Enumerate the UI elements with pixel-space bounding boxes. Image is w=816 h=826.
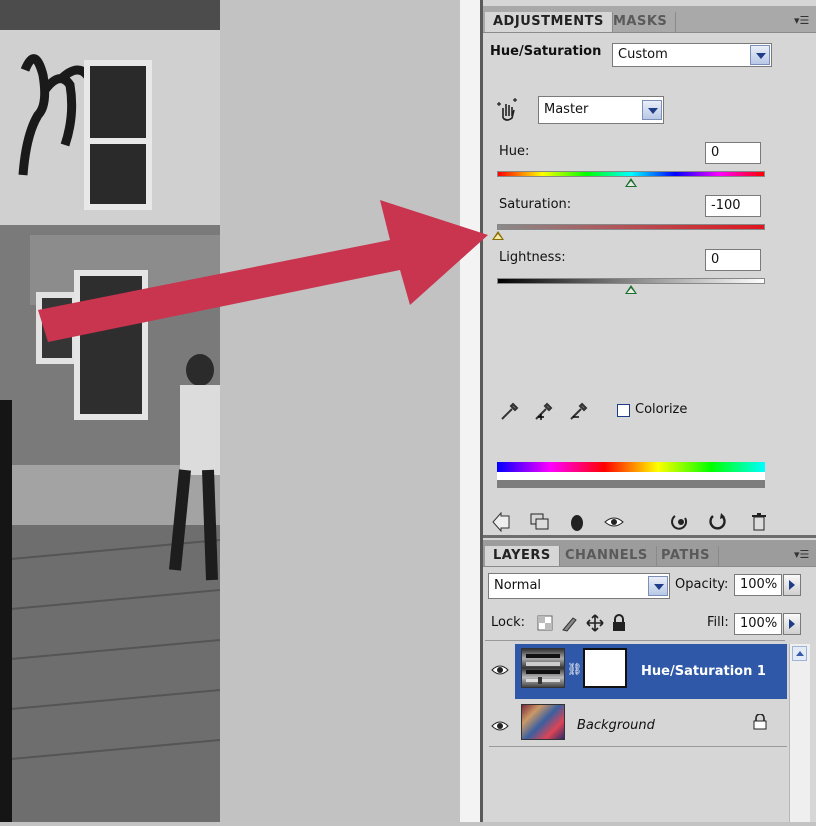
- lightness-input[interactable]: 0: [705, 249, 761, 271]
- tab-layers[interactable]: LAYERS: [485, 546, 560, 566]
- link-chain-icon[interactable]: ⛓: [567, 660, 582, 676]
- panels-dock: ADJUSTMENTS MASKS ▾☰ Hue/Saturation Cust…: [483, 0, 816, 822]
- chevron-down-icon[interactable]: [648, 576, 668, 596]
- panel-menu-icon[interactable]: ▾☰: [794, 14, 812, 28]
- opacity-input[interactable]: 100%: [734, 574, 782, 596]
- channel-value: Master: [544, 102, 589, 117]
- saturation-slider-thumb[interactable]: [492, 231, 504, 240]
- tab-adjustments[interactable]: ADJUSTMENTS: [485, 12, 613, 32]
- hue-label: Hue:: [499, 144, 530, 159]
- reset-icon[interactable]: [707, 512, 729, 532]
- panel-menu-icon[interactable]: ▾☰: [794, 548, 812, 562]
- previous-state-icon[interactable]: [669, 512, 691, 532]
- lock-move-icon[interactable]: [586, 614, 604, 632]
- canvas-photo: [0, 0, 220, 822]
- layers-scrollbar[interactable]: [789, 644, 810, 822]
- fill-input[interactable]: 100%: [734, 613, 782, 635]
- output-color-bar: [497, 480, 765, 488]
- workspace-gap: [460, 0, 480, 822]
- saturation-input[interactable]: -100: [705, 195, 761, 217]
- back-arrow-icon[interactable]: [491, 511, 513, 533]
- hue-slider[interactable]: [497, 171, 765, 177]
- blend-mode-value: Normal: [494, 578, 542, 593]
- lock-icon: [753, 713, 767, 730]
- saturation-label: Saturation:: [499, 197, 572, 212]
- layer-visibility-toggle-icon[interactable]: [567, 512, 587, 532]
- fill-slider-button[interactable]: [783, 613, 801, 635]
- background-layer-thumbnail: [521, 704, 565, 740]
- eye-icon[interactable]: [491, 662, 509, 676]
- lock-all-icon[interactable]: [611, 614, 627, 632]
- tab-masks[interactable]: MASKS: [605, 12, 677, 32]
- trash-icon[interactable]: [749, 512, 769, 532]
- blend-mode-dropdown[interactable]: Normal: [488, 573, 670, 599]
- color-bar-spacer: [497, 472, 765, 480]
- layer-mask-thumbnail[interactable]: [583, 648, 627, 688]
- preset-value: Custom: [618, 47, 668, 62]
- lock-brush-icon[interactable]: [561, 614, 579, 632]
- layer-row-background[interactable]: Background: [487, 700, 787, 752]
- saturation-slider[interactable]: [497, 224, 765, 230]
- input-color-bar: [497, 462, 765, 472]
- eye-icon[interactable]: [491, 718, 509, 732]
- tab-paths[interactable]: PATHS: [653, 546, 719, 566]
- opacity-label: Opacity:: [675, 577, 729, 592]
- adjustments-tabbar: ADJUSTMENTS MASKS ▾☰: [483, 6, 816, 33]
- colorize-label: Colorize: [635, 402, 688, 417]
- chevron-down-icon[interactable]: [750, 45, 770, 65]
- lightness-slider-thumb[interactable]: [625, 285, 637, 294]
- tab-channels[interactable]: CHANNELS: [557, 546, 657, 566]
- hue-input[interactable]: 0: [705, 142, 761, 164]
- layers-divider: [489, 746, 787, 747]
- hue-slider-thumb[interactable]: [625, 178, 637, 187]
- panel-separator: [483, 535, 816, 538]
- chevron-down-icon[interactable]: [642, 100, 662, 120]
- clip-to-layer-icon[interactable]: [529, 512, 551, 532]
- scroll-up-button[interactable]: [792, 646, 807, 661]
- eyedropper-icon[interactable]: [499, 400, 521, 422]
- photo-image: [0, 0, 220, 822]
- eyedropper-add-icon[interactable]: [533, 400, 555, 422]
- adjustment-layer-thumbnail: [521, 648, 565, 688]
- adjustment-title: Hue/Saturation: [490, 44, 602, 59]
- opacity-slider-button[interactable]: [783, 574, 801, 596]
- layers-divider: [485, 640, 785, 641]
- colorize-checkbox[interactable]: [617, 404, 630, 417]
- layer-row-hue-saturation[interactable]: ⛓ Hue/Saturation 1: [487, 644, 787, 699]
- preset-dropdown[interactable]: Custom: [612, 43, 772, 67]
- lock-label: Lock:: [491, 615, 526, 630]
- lightness-label: Lightness:: [499, 250, 566, 265]
- layer-name[interactable]: Background: [577, 718, 655, 733]
- eyedropper-subtract-icon[interactable]: [568, 400, 590, 422]
- channel-dropdown[interactable]: Master: [538, 96, 664, 124]
- lightness-slider[interactable]: [497, 278, 765, 284]
- targeted-adjustment-hand-icon[interactable]: [495, 98, 519, 122]
- lock-transparency-icon[interactable]: [537, 615, 553, 631]
- layers-tabbar: LAYERS CHANNELS PATHS ▾☰: [483, 540, 816, 567]
- eye-icon[interactable]: [603, 512, 625, 532]
- fill-label: Fill:: [707, 615, 729, 630]
- canvas-background: [220, 0, 460, 822]
- layer-name[interactable]: Hue/Saturation 1: [641, 664, 766, 679]
